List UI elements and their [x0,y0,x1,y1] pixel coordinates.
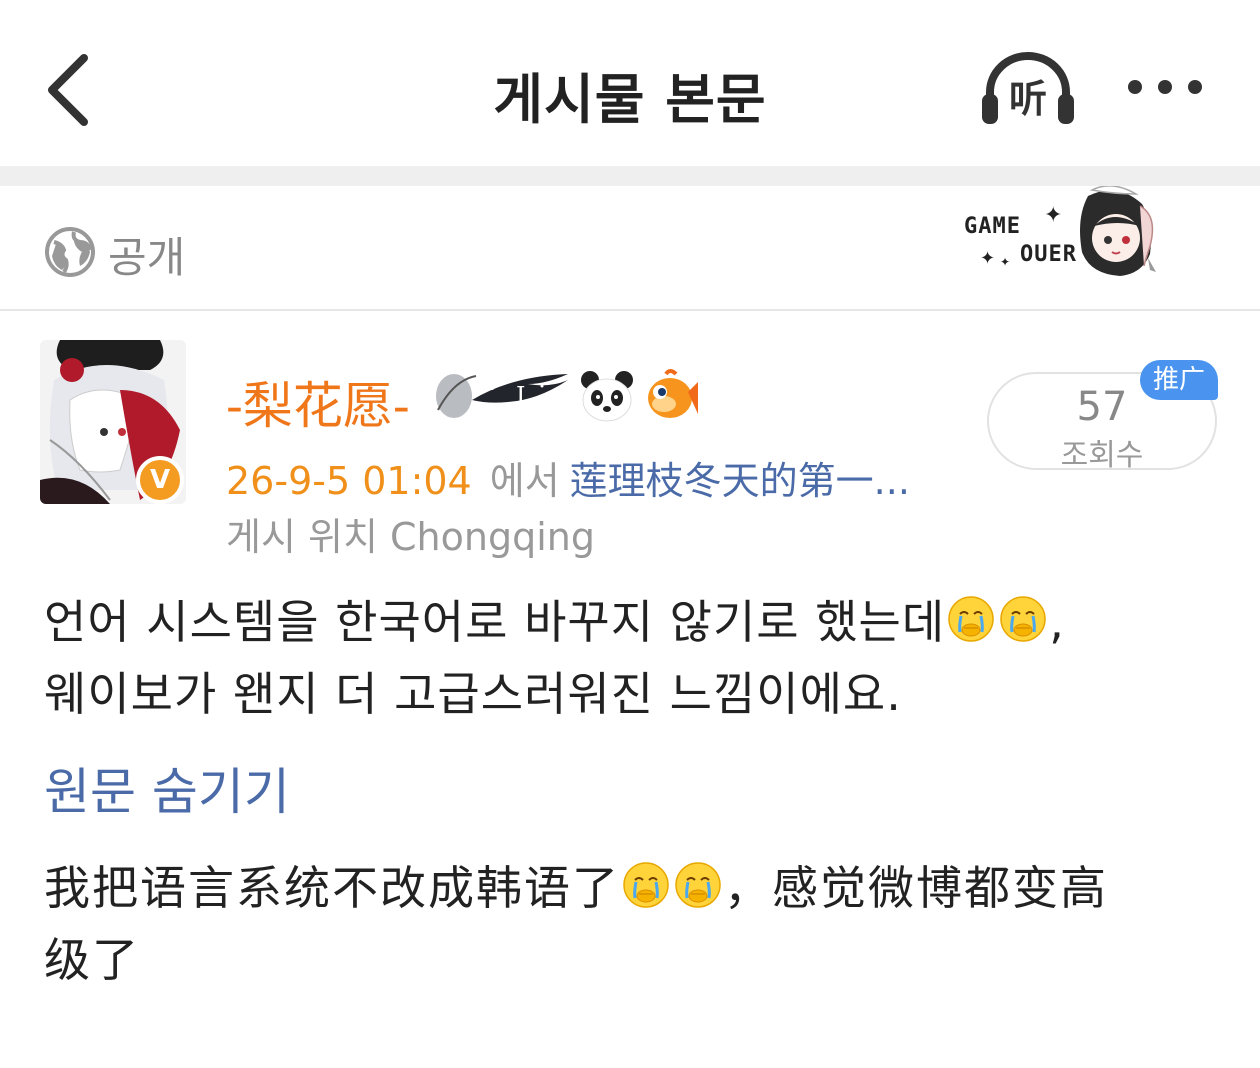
post-location: 게시 위치 Chongqing [226,515,595,559]
translated-text-part1: 언어 시스템을 한국어로 바꾸지 않기로 했는데 [44,595,946,649]
post-original-text: 我把语言系统不改成韩语了 ，感觉微博都变高级了 [44,852,1144,996]
visibility-label: 공개 [108,233,186,282]
promote-tag[interactable]: 推广 [1140,360,1218,400]
translated-text-part3: 웨이보가 왠지 더 고급스러워진 느낌이에요. [44,667,902,721]
more-options-button[interactable] [1122,72,1206,102]
wing-badge-icon[interactable]: I [432,366,582,426]
fish-icon[interactable] [642,368,700,426]
visibility-row: 공개 GAME OUER ✦ ✦ ✦ [0,186,1260,311]
post-translated-text: 언어 시스템을 한국어로 바꾸지 않기로 했는데, 웨이보가 왠지 더 고급스러… [44,586,1224,730]
crying-emoji-icon [946,594,996,644]
listen-label: 听 [1008,77,1047,121]
verified-badge: V [136,456,184,504]
top-bar: 게시물 본문 听 [0,0,1260,166]
listen-button[interactable]: 听 [978,52,1078,128]
svg-text:✦: ✦ [980,248,995,269]
post-from-label: 에서 [489,459,560,503]
section-divider [0,166,1260,186]
more-dots-icon [1128,80,1142,94]
crying-emoji-icon [621,860,671,910]
author-name[interactable]: -梨花愿- [226,366,410,438]
crying-emoji-icon [673,860,723,910]
chibi-girl-icon: ✦ ✦ ✦ [980,186,1156,276]
post-detail-page: 게시물 본문 听 공개 GAME OUER ✦ ✦ ✦ V -梨花愿- I 26… [0,0,1260,1068]
svg-text:✦: ✦ [1044,203,1062,228]
translated-text-part2: , [1049,595,1065,649]
svg-text:I: I [516,382,525,410]
view-count-label: 조회수 [1060,438,1144,473]
game-over-sticker: GAME OUER ✦ ✦ ✦ [960,186,1180,296]
globe-icon [45,227,95,277]
original-text-part1: 我把语言系统不改成韩语了 [44,861,620,915]
svg-text:✦: ✦ [1000,255,1010,269]
post-meta: 26-9-5 01:04 에서 莲理枝冬天的第一... [226,450,910,505]
hide-original-button[interactable]: 원문 숨기기 [44,752,290,824]
panda-icon[interactable] [578,368,636,426]
post-source-link[interactable]: 莲理枝冬天的第一... [570,459,910,503]
post-timestamp: 26-9-5 01:04 [226,459,472,503]
crying-emoji-icon [998,594,1048,644]
